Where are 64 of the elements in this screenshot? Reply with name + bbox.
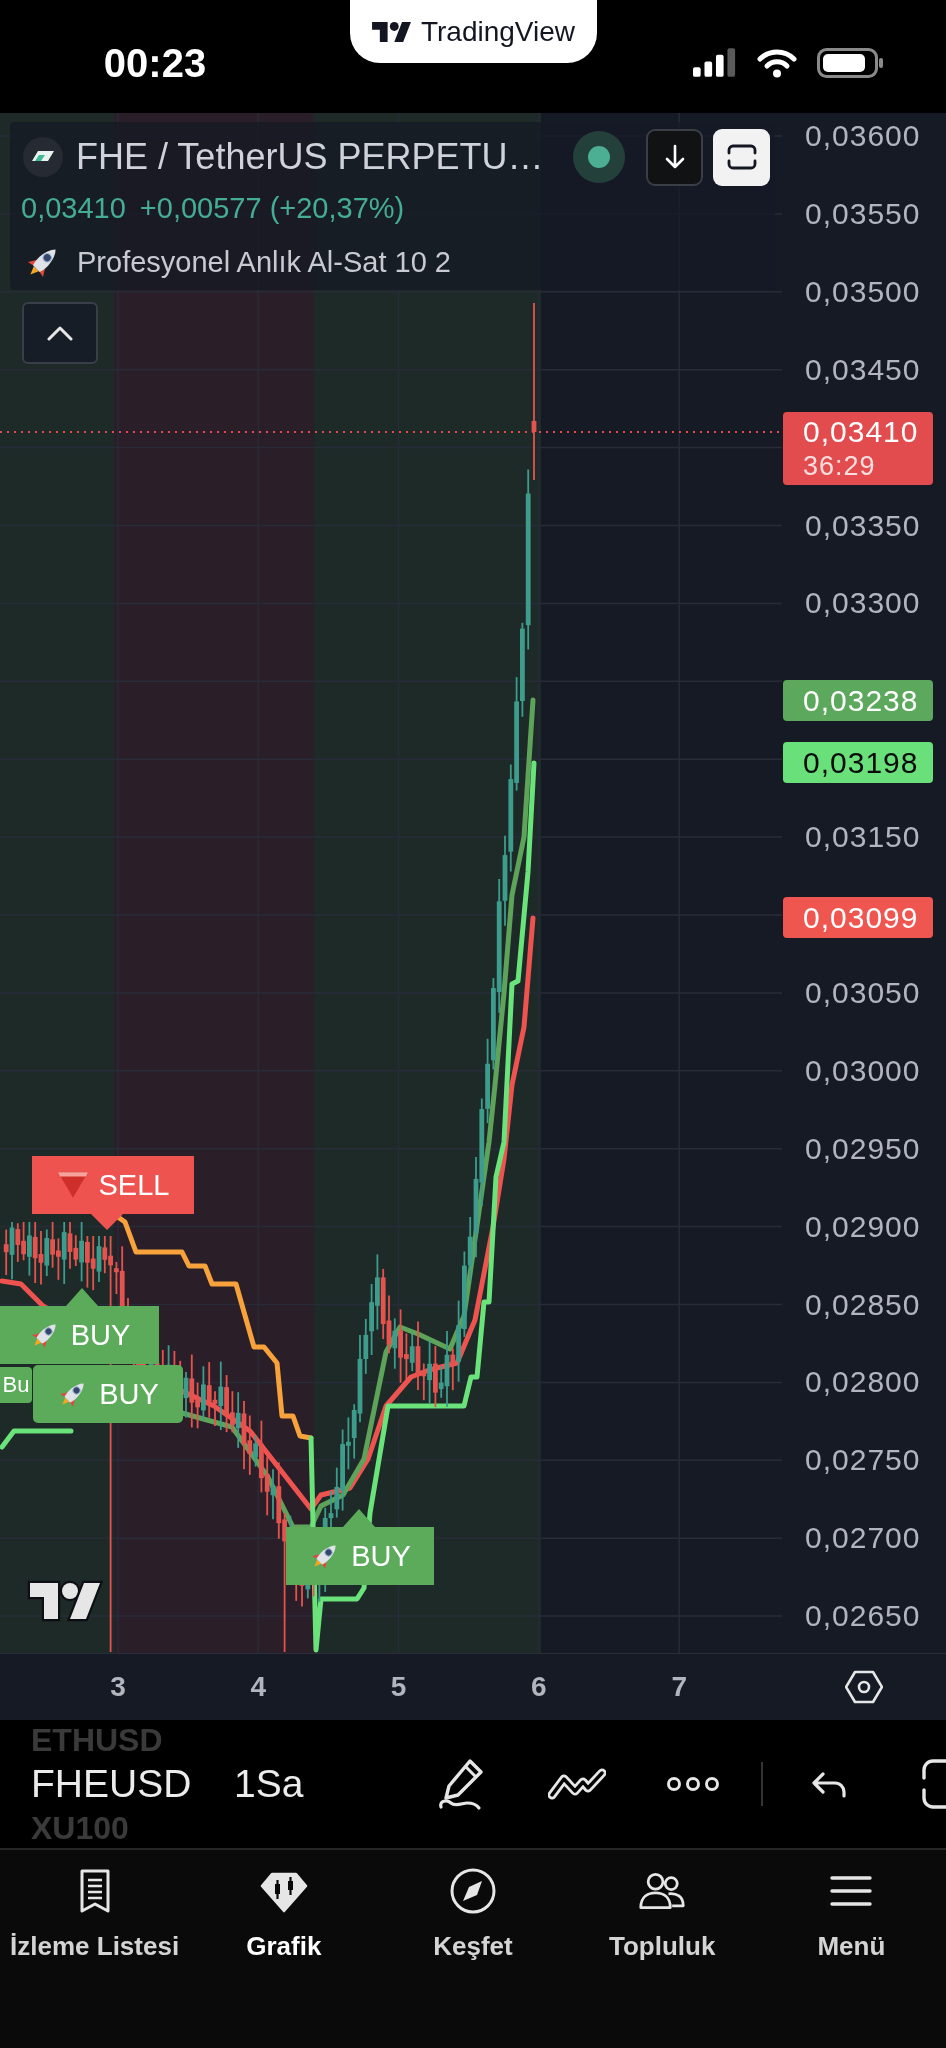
app-name: TradingView	[420, 15, 576, 48]
nav-tab[interactable]: Topluluk	[567, 1850, 757, 1961]
price-tick: 0,02800	[805, 1364, 921, 1401]
status-dot-icon	[573, 131, 625, 183]
countdown-text: 36:29	[803, 450, 877, 482]
price-marker: 0,03099	[783, 896, 933, 938]
download-button[interactable]	[646, 128, 703, 186]
signal-text: BUY	[99, 1377, 159, 1411]
time-label: 4	[250, 1670, 267, 1704]
chevron-up-icon	[46, 325, 74, 341]
logo-icon	[26, 1580, 104, 1622]
indicator-name[interactable]: Profesyonel Anlık Al-Sat 10 2	[77, 244, 451, 280]
more-icon	[666, 1776, 720, 1792]
collapse-button[interactable]	[22, 302, 98, 364]
signal-text: BUY	[70, 1318, 131, 1352]
price-marker: 0,03198	[783, 742, 933, 784]
nav-tab[interactable]: Menü	[756, 1850, 946, 1961]
price-tick: 0,03600	[805, 118, 921, 154]
price-tick: 0,02650	[805, 1598, 921, 1635]
logo-icon	[23, 137, 63, 177]
arrow-down-icon	[663, 144, 686, 170]
wifi-icon	[757, 47, 797, 78]
zigzag-icon	[548, 1767, 606, 1801]
nav-tab[interactable]: Grafik	[189, 1850, 379, 1961]
price-text: 0,03410	[803, 414, 920, 450]
fullscreen-button[interactable]	[713, 128, 770, 186]
compass-icon	[449, 1867, 497, 1915]
time-label: 3	[110, 1670, 126, 1704]
fullscreen-icon	[726, 144, 757, 170]
price-tick: 0,03150	[805, 819, 921, 856]
price-tick: 0,03300	[805, 585, 921, 622]
price-tick: 0,03450	[805, 351, 921, 388]
time-label: 5	[390, 1670, 407, 1704]
price-tick: 0,02900	[805, 1208, 921, 1245]
price-tick: 0,02850	[805, 1286, 921, 1323]
battery-icon	[817, 47, 883, 78]
price-tick: 0,03500	[805, 273, 921, 310]
nav-tab[interactable]: Keşfet	[378, 1850, 568, 1961]
price-tick: 0,03350	[805, 507, 921, 544]
price-marker: 0,03238	[783, 680, 933, 721]
signal-text: SELL	[98, 1168, 170, 1202]
last-price: 0,03410	[21, 191, 126, 226]
price-change: +0,00577 (+20,37%)	[139, 191, 405, 226]
interval-button[interactable]: 1Sa	[222, 1761, 316, 1807]
price-tick: 0,02950	[805, 1130, 921, 1167]
status-time: 00:23	[103, 39, 207, 86]
price-tick: 0,03000	[805, 1052, 921, 1089]
symbol-option[interactable]: FHEUSD	[31, 1761, 192, 1807]
undo-icon	[811, 1770, 847, 1798]
time-label: 6	[531, 1670, 547, 1704]
fullscreen-button[interactable]	[921, 1756, 946, 1812]
price-tick: 0,02700	[805, 1520, 921, 1557]
corner-bracket-icon	[921, 1758, 946, 1810]
price-tick: 0,02750	[805, 1442, 921, 1479]
symbol-title[interactable]: FHE / TetherUS PERPETU…	[76, 136, 560, 178]
price-tick: 0,03050	[805, 974, 921, 1011]
settings-icon[interactable]	[845, 1670, 883, 1704]
time-label: 7	[671, 1670, 687, 1704]
signal-text: Bu	[2, 1372, 30, 1398]
logo-icon	[371, 21, 411, 42]
nav-tab[interactable]: İzleme Listesi	[0, 1850, 190, 1961]
signal-text: BUY	[351, 1539, 411, 1573]
signal-strength-icon	[693, 48, 737, 77]
price-tick: 0,03550	[805, 195, 921, 232]
